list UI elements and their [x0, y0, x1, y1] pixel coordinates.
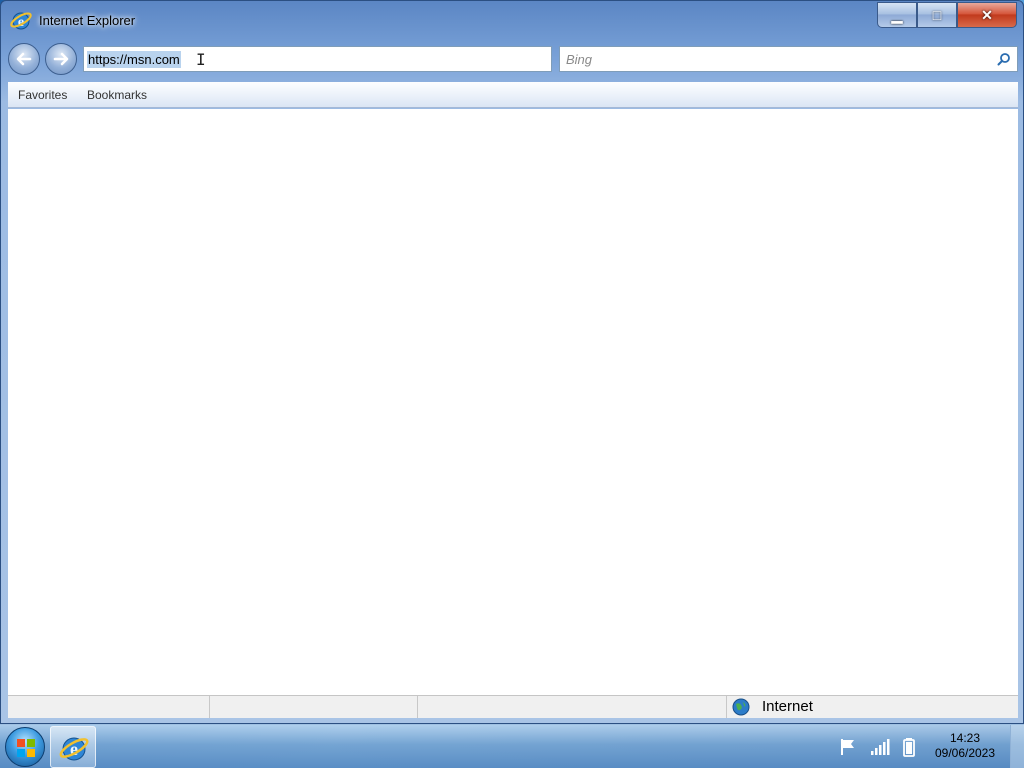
search-icon[interactable] — [997, 52, 1011, 66]
text-cursor-icon: I — [196, 50, 206, 69]
minimize-icon: ▁ — [891, 6, 903, 23]
clock-time: 14:23 — [949, 731, 981, 745]
browser-window: e Internet Explorer ▁ □ ✕ https://msn.co… — [0, 0, 1024, 724]
action-center-flag-icon[interactable] — [838, 737, 858, 757]
maximize-icon: □ — [932, 7, 942, 23]
network-signal-icon[interactable] — [870, 737, 890, 757]
status-segment — [8, 696, 210, 718]
status-segment — [418, 696, 727, 718]
windows-start-icon — [17, 739, 35, 757]
system-clock[interactable]: 14:23 09/06/2023 — [926, 731, 1004, 761]
status-segment — [210, 696, 418, 718]
status-bar: Internet — [8, 695, 1018, 718]
globe-icon — [732, 698, 750, 716]
back-button[interactable] — [8, 43, 40, 75]
start-button[interactable] — [5, 727, 45, 767]
taskbar: e 14:23 09/06/2023 — [0, 724, 1024, 768]
forward-arrow-icon — [53, 52, 69, 66]
favorites-bar: Favorites Bookmarks — [8, 82, 1018, 108]
search-box[interactable]: Bing — [559, 46, 1018, 72]
page-content[interactable] — [8, 109, 1018, 695]
bookmarks-menu[interactable]: Bookmarks — [87, 88, 147, 102]
title-bar[interactable]: e Internet Explorer ▁ □ ✕ — [1, 1, 1023, 41]
favorites-menu[interactable]: Favorites — [18, 88, 67, 102]
maximize-button[interactable]: □ — [917, 2, 957, 28]
internet-explorer-icon: e — [59, 737, 89, 761]
window-title: Internet Explorer — [39, 13, 136, 28]
close-icon: ✕ — [981, 6, 993, 23]
close-button[interactable]: ✕ — [957, 2, 1017, 28]
internet-explorer-icon[interactable]: e — [9, 8, 33, 32]
navigation-row: https://msn.com I Bing — [1, 41, 1023, 77]
address-bar[interactable]: https://msn.com I — [83, 46, 552, 72]
back-arrow-icon — [16, 52, 32, 66]
clock-date: 09/06/2023 — [934, 746, 996, 760]
battery-icon[interactable] — [900, 737, 920, 757]
show-desktop-button[interactable] — [1010, 725, 1024, 768]
address-input[interactable]: https://msn.com — [87, 51, 181, 68]
search-input[interactable]: Bing — [566, 52, 592, 67]
taskbar-internet-explorer[interactable]: e — [50, 726, 96, 768]
security-zone-label: Internet — [762, 698, 813, 715]
forward-button[interactable] — [45, 43, 77, 75]
minimize-button[interactable]: ▁ — [877, 2, 917, 28]
caption-buttons: ▁ □ ✕ — [877, 2, 1017, 28]
